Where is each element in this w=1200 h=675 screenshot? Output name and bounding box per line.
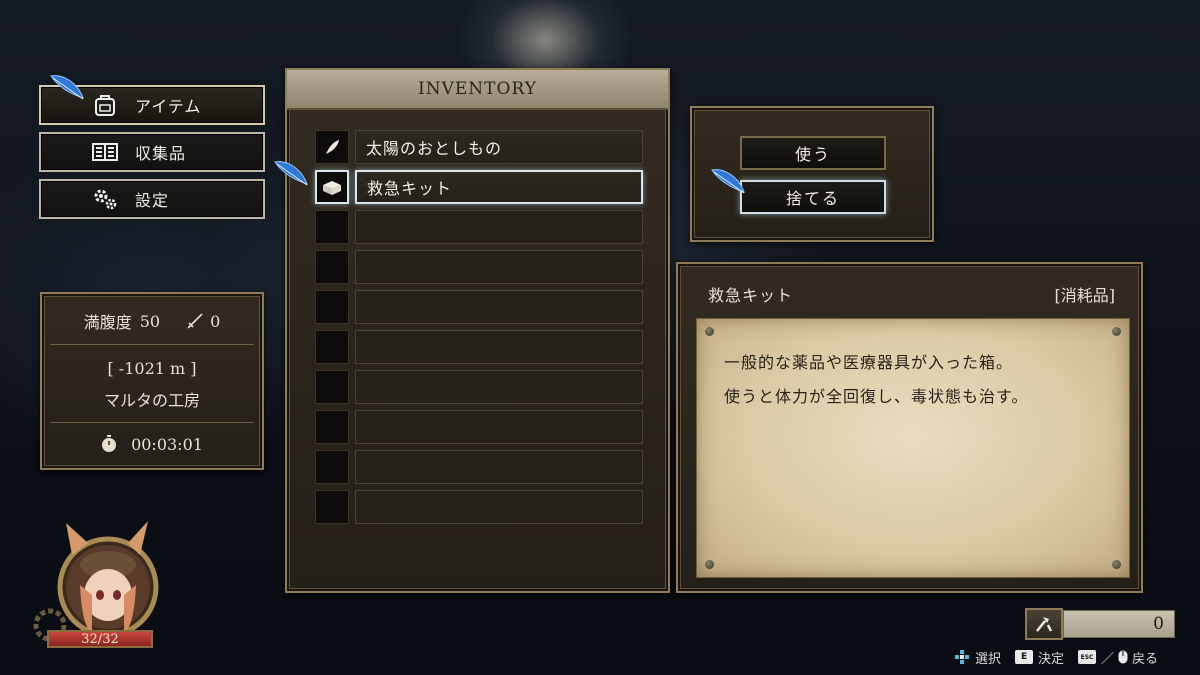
slot-icon-empty xyxy=(315,250,349,284)
inventory-slot-empty[interactable] xyxy=(315,210,643,244)
item-name: 救急キット xyxy=(355,170,643,204)
slot-icon-empty xyxy=(315,210,349,244)
description-parchment: 一般的な薬品や医療器具が入った箱。 使うと体力が全回復し、毒状態も治す。 xyxy=(696,318,1130,578)
dpad-icon xyxy=(955,650,969,664)
backpack-icon xyxy=(91,93,119,117)
item-name-empty xyxy=(355,290,643,324)
inventory-slot-empty[interactable] xyxy=(315,250,643,284)
inventory-slot-empty[interactable] xyxy=(315,290,643,324)
menu-item-settings[interactable]: 設定 xyxy=(39,179,265,219)
item-name-empty xyxy=(355,210,643,244)
location-name: マルタの工房 xyxy=(103,391,200,410)
rivet xyxy=(1112,327,1121,336)
currency-counter: 0 xyxy=(1025,608,1175,640)
sword-icon xyxy=(186,312,204,330)
mouse-icon xyxy=(1118,650,1128,664)
hp-value: 32/32 xyxy=(81,631,119,647)
menu-item-label: 収集品 xyxy=(135,144,187,163)
use-button[interactable]: 使う xyxy=(740,136,886,170)
slot-icon-empty xyxy=(315,490,349,524)
inventory-slot-empty[interactable] xyxy=(315,450,643,484)
inventory-title: INVENTORY xyxy=(287,70,668,110)
divider xyxy=(50,344,254,345)
item-name-empty xyxy=(355,250,643,284)
first-aid-kit-icon xyxy=(315,170,349,204)
inventory-slot-empty[interactable] xyxy=(315,490,643,524)
description-line: 使うと体力が全回復し、毒状態も治す。 xyxy=(724,387,1029,406)
satiety-row: 満腹度 50 0 xyxy=(42,308,262,334)
item-name-empty xyxy=(355,330,643,364)
item-detail-panel: 救急キット [消耗品] 一般的な薬品や医療器具が入った箱。 使うと体力が全回復し… xyxy=(676,262,1143,593)
quill-cursor-icon xyxy=(711,169,745,194)
item-name-empty xyxy=(355,490,643,524)
item-name-empty xyxy=(355,370,643,404)
satiety-value: 50 xyxy=(139,311,161,331)
satiety-label: 満腹度 xyxy=(83,313,132,332)
hp-bar: 32/32 xyxy=(47,630,153,648)
depth-text: [ -1021 m ] xyxy=(107,358,197,378)
rivet xyxy=(705,560,714,569)
controls-hint: 選択 E 決定 ESC ／ 戻る xyxy=(955,648,1159,667)
item-name-empty xyxy=(355,450,643,484)
rivet xyxy=(705,327,714,336)
inventory-slot-empty[interactable] xyxy=(315,330,643,364)
esc-key-icon: ESC xyxy=(1078,650,1097,664)
collection-book-icon xyxy=(91,140,119,164)
weapon-value: 0 xyxy=(210,311,221,331)
item-name: 太陽のおとしもの xyxy=(355,130,643,164)
stopwatch-icon xyxy=(101,435,117,453)
confirm-key-icon: E xyxy=(1015,650,1034,664)
hint-back-label: 戻る xyxy=(1132,651,1159,667)
hint-confirm-label: 決定 xyxy=(1038,651,1065,667)
feather-icon xyxy=(315,130,349,164)
discard-button[interactable]: 捨てる xyxy=(740,180,886,214)
rivet xyxy=(1112,560,1121,569)
description-line: 一般的な薬品や医療器具が入った箱。 xyxy=(724,353,1014,372)
slot-icon-empty xyxy=(315,410,349,444)
menu-item-collection[interactable]: 収集品 xyxy=(39,132,265,172)
item-name-empty xyxy=(355,410,643,444)
menu-item-label: 設定 xyxy=(135,191,170,210)
inventory-slot-empty[interactable] xyxy=(315,370,643,404)
status-panel: 満腹度 50 0 [ -1021 m ] マルタの工房 00:03:01 xyxy=(40,292,264,470)
slot-icon-empty xyxy=(315,330,349,364)
hint-select-label: 選択 xyxy=(975,651,1002,667)
timer-value: 00:03:01 xyxy=(131,434,203,454)
detail-item-category: [消耗品] xyxy=(1054,286,1116,305)
hint-separator: ／ xyxy=(1101,651,1115,667)
inventory-panel: INVENTORY 太陽のおとしもの 救急キット xyxy=(285,68,670,593)
quill-cursor-icon xyxy=(274,161,308,186)
tools-icon xyxy=(1025,608,1063,640)
currency-value: 0 xyxy=(1063,610,1175,638)
inventory-slot-selected[interactable]: 救急キット xyxy=(315,170,643,204)
slot-icon-empty xyxy=(315,370,349,404)
inventory-slot[interactable]: 太陽のおとしもの xyxy=(315,130,643,164)
gear-icon xyxy=(91,187,119,211)
detail-item-name: 救急キット xyxy=(708,286,794,305)
inventory-slot-empty[interactable] xyxy=(315,410,643,444)
quill-cursor-icon xyxy=(50,75,84,100)
timer-row: 00:03:01 xyxy=(42,432,262,456)
slot-icon-empty xyxy=(315,450,349,484)
divider xyxy=(50,422,254,423)
slot-icon-empty xyxy=(315,290,349,324)
menu-item-label: アイテム xyxy=(135,97,202,116)
